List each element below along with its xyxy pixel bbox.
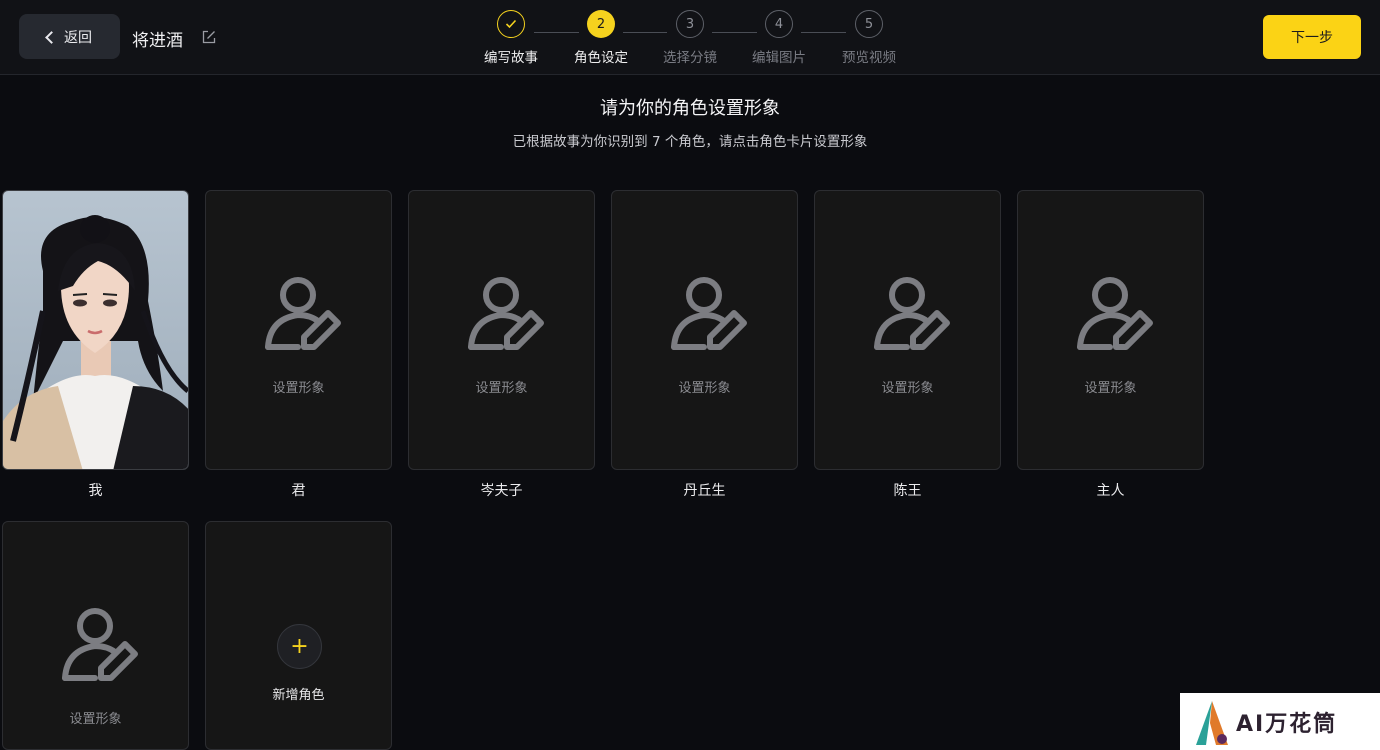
set-image-label: 设置形象 — [678, 381, 731, 396]
step-number: 4 — [765, 10, 793, 38]
add-character-button[interactable]: + 新增角色 — [205, 521, 392, 750]
user-edit-icon — [62, 608, 138, 681]
user-edit-icon — [874, 277, 950, 350]
character-card[interactable]: 设置形象 — [408, 190, 595, 470]
step-number: 3 — [676, 10, 704, 38]
character-card[interactable]: 设置形象 — [814, 190, 1001, 470]
user-edit-icon — [671, 277, 747, 350]
character-name: 岑夫子 — [480, 483, 523, 499]
character-card[interactable] — [2, 190, 189, 470]
chevron-left-icon — [45, 30, 58, 44]
step-label: 编辑图片 — [752, 50, 806, 66]
step-5[interactable]: 5 预览视频 — [837, 10, 901, 66]
step-label: 角色设定 — [574, 50, 628, 66]
user-edit-icon — [468, 277, 544, 350]
set-image-label: 设置形象 — [69, 712, 122, 727]
step-number: 5 — [855, 10, 883, 38]
step-number: 2 — [587, 10, 615, 38]
step-label: 预览视频 — [842, 50, 896, 66]
edit-icon[interactable] — [202, 30, 216, 44]
back-button[interactable]: 返回 — [19, 14, 120, 59]
step-2[interactable]: 2 角色设定 — [569, 10, 633, 66]
set-image-label: 设置形象 — [881, 381, 934, 396]
step-label: 编写故事 — [484, 50, 538, 66]
character-card[interactable]: 设置形象 — [2, 521, 189, 750]
step-3[interactable]: 3 选择分镜 — [658, 10, 722, 66]
character-name: 我 — [88, 483, 103, 499]
character-name: 陈王 — [893, 483, 922, 499]
character-card[interactable]: 设置形象 — [1017, 190, 1204, 470]
set-image-label: 设置形象 — [272, 381, 325, 396]
watermark: AI万花筒 — [1180, 693, 1380, 750]
top-bar: 返回 将进酒 编写故事 2 角色设定 3 选择分镜 4 编辑图片 5 预览视频 … — [0, 0, 1380, 75]
progress-steps: 编写故事 2 角色设定 3 选择分镜 4 编辑图片 5 预览视频 — [480, 10, 900, 70]
set-image-label: 设置形象 — [1084, 381, 1137, 396]
character-portrait — [3, 215, 188, 469]
project-title: 将进酒 — [132, 31, 183, 51]
character-card[interactable]: 设置形象 — [611, 190, 798, 470]
user-edit-icon — [1077, 277, 1153, 350]
plus-icon: + — [277, 624, 322, 669]
character-name: 君 — [291, 483, 306, 499]
character-name: 主人 — [1096, 483, 1125, 499]
watermark-text: AI万花筒 — [1236, 711, 1338, 737]
set-image-label: 设置形象 — [475, 381, 528, 396]
watermark-logo — [1196, 701, 1228, 745]
step-4[interactable]: 4 编辑图片 — [747, 10, 811, 66]
character-name: 丹丘生 — [683, 483, 726, 499]
back-button-label: 返回 — [64, 29, 92, 46]
user-edit-icon — [265, 277, 341, 350]
page-subtitle: 已根据故事为你识别到 7 个角色，请点击角色卡片设置形象 — [512, 134, 868, 150]
check-icon — [497, 10, 525, 38]
character-card[interactable]: 设置形象 — [205, 190, 392, 470]
add-character-label: 新增角色 — [272, 688, 325, 703]
next-step-button[interactable]: 下一步 — [1263, 15, 1361, 59]
page-title: 请为你的角色设置形象 — [600, 98, 780, 119]
step-1[interactable]: 编写故事 — [479, 10, 543, 66]
step-label: 选择分镜 — [663, 50, 717, 66]
